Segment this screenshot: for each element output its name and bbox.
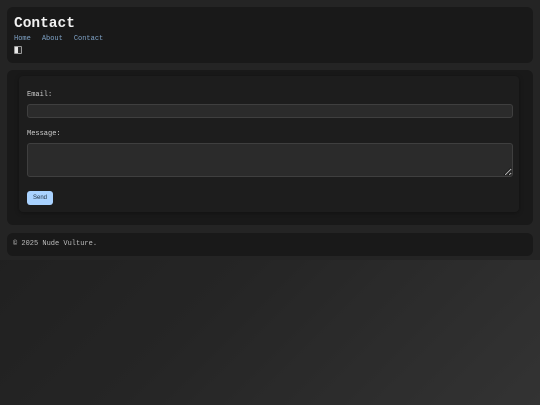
email-field[interactable] — [27, 104, 513, 118]
email-label: Email: — [27, 91, 53, 99]
copyright-text: © 2025 Nude Vulture. — [13, 240, 98, 248]
site-footer: © 2025 Nude Vulture. — [7, 233, 533, 256]
message-field[interactable] — [27, 143, 513, 177]
message-label: Message: — [27, 130, 61, 138]
main-content: Email: Message: Send — [7, 70, 533, 225]
contact-form: Email: Message: Send — [19, 76, 519, 212]
nav-link-about[interactable]: About — [42, 35, 63, 44]
page-title: Contact — [14, 16, 75, 32]
theme-toggle-button[interactable] — [14, 46, 22, 54]
site-header: Contact Home About Contact — [7, 7, 533, 63]
contrast-toggle-icon — [15, 47, 18, 53]
send-button[interactable]: Send — [27, 191, 53, 205]
nav-link-home[interactable]: Home — [14, 35, 31, 44]
main-nav: Home About Contact — [14, 35, 103, 44]
nav-link-contact[interactable]: Contact — [74, 35, 103, 44]
